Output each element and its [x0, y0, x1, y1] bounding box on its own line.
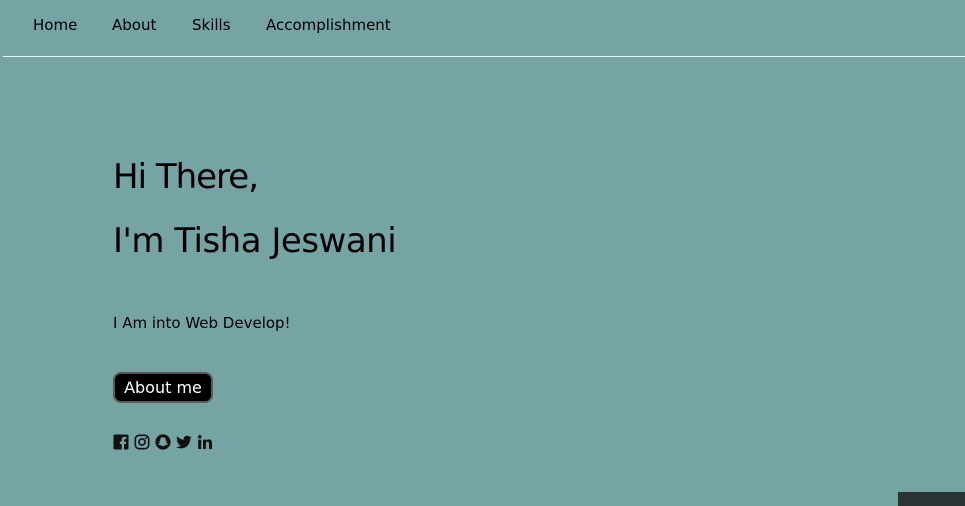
- top-navigation: Home About Skills Accomplishment: [0, 0, 965, 50]
- linkedin-icon[interactable]: [197, 434, 213, 450]
- about-me-button[interactable]: About me: [113, 372, 213, 403]
- instagram-icon[interactable]: [134, 434, 150, 450]
- scroll-to-top-button[interactable]: [898, 492, 965, 506]
- facebook-icon[interactable]: [113, 434, 129, 450]
- nav-item-home[interactable]: Home: [33, 15, 77, 35]
- tagline: I Am into Web Develop!: [113, 314, 291, 332]
- snapchat-icon[interactable]: [155, 434, 171, 450]
- greeting-line-2: I'm Tisha Jeswani: [113, 221, 397, 261]
- nav-item-accomplishment[interactable]: Accomplishment: [266, 15, 391, 35]
- twitter-icon[interactable]: [176, 434, 192, 450]
- nav-item-about[interactable]: About: [112, 15, 156, 35]
- greeting-line-1: Hi There,: [113, 157, 259, 197]
- nav-divider: [3, 56, 965, 57]
- nav-item-skills[interactable]: Skills: [192, 15, 231, 35]
- social-links: [113, 434, 213, 452]
